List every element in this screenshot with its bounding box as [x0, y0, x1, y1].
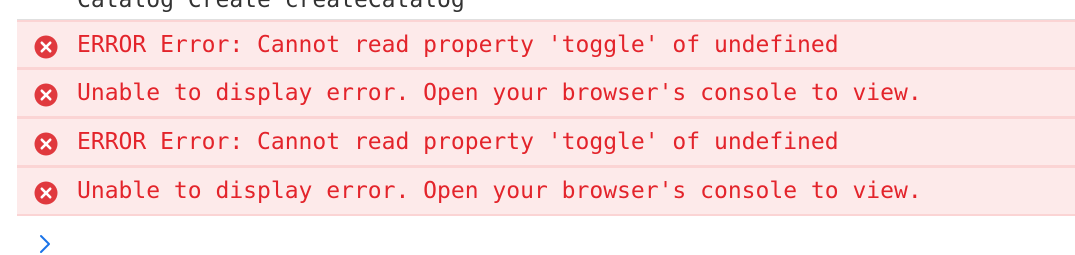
console-prompt-input[interactable]	[17, 216, 1075, 255]
console-error-row[interactable]: ERROR Error: Cannot read property 'toggl…	[17, 118, 1075, 167]
console-gutter	[0, 0, 17, 255]
console-error-row[interactable]: Unable to display error. Open your brows…	[17, 167, 1075, 216]
error-icon	[34, 132, 58, 156]
error-message: Unable to display error. Open your brows…	[77, 80, 922, 106]
console-error-row[interactable]: ERROR Error: Cannot read property 'toggl…	[17, 20, 1075, 69]
error-icon	[34, 35, 58, 59]
console-error-row[interactable]: Unable to display error. Open your brows…	[17, 69, 1075, 118]
error-icon	[34, 181, 58, 205]
error-icon	[34, 83, 58, 107]
error-message: ERROR Error: Cannot read property 'toggl…	[77, 129, 839, 155]
console-panel: Catalog Create createCatalog ERROR Error…	[0, 0, 1075, 255]
console-messages: ERROR Error: Cannot read property 'toggl…	[17, 20, 1075, 216]
error-message: ERROR Error: Cannot read property 'toggl…	[77, 32, 839, 58]
previous-line-text: Catalog Create createCatalog	[77, 0, 465, 13]
console-previous-line: Catalog Create createCatalog	[17, 0, 1075, 20]
chevron-right-icon	[40, 235, 50, 253]
error-message: Unable to display error. Open your brows…	[77, 178, 922, 204]
